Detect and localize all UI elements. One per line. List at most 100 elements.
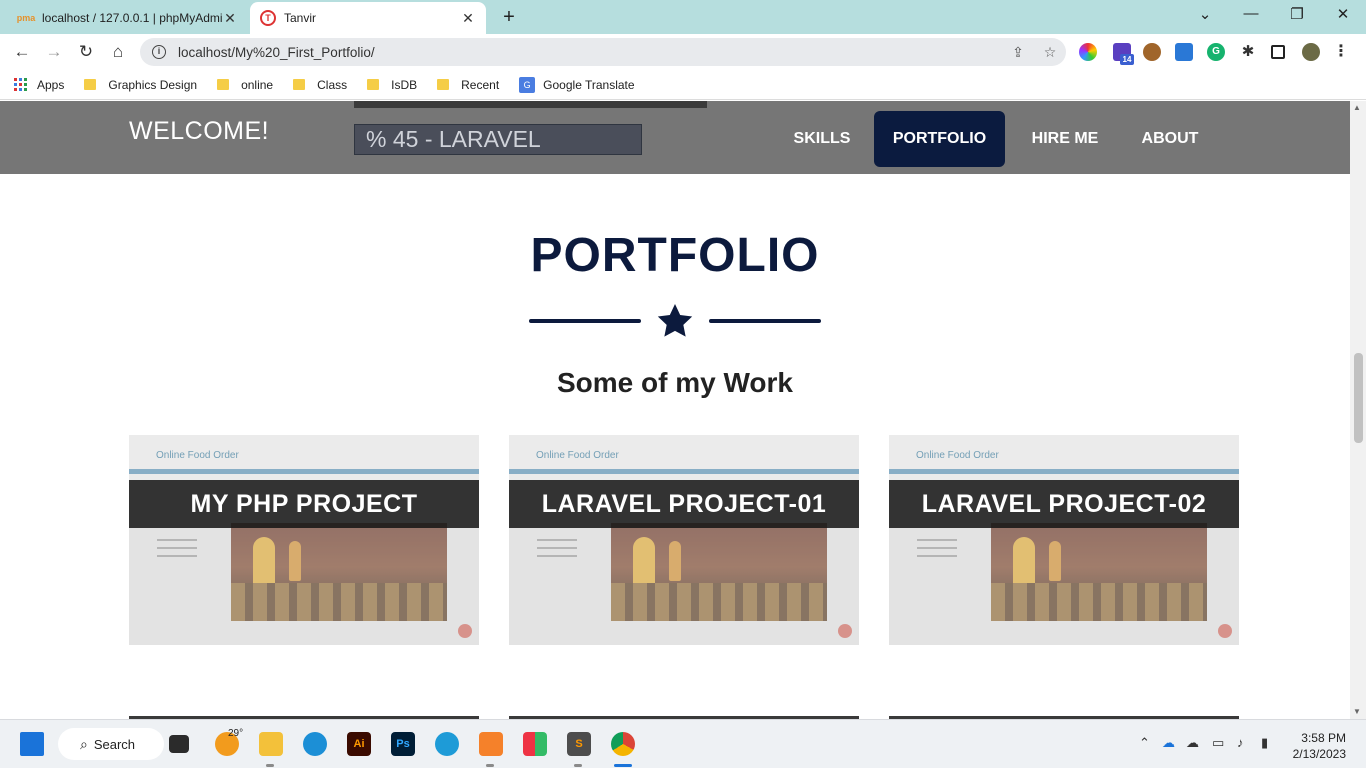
battery-icon[interactable]: ▮ bbox=[1261, 735, 1268, 751]
nav-skills[interactable]: SKILLS bbox=[780, 111, 864, 167]
browser-tab-bar: pma localhost / 127.0.0.1 | phpMyAdmin ✕… bbox=[0, 0, 1366, 34]
address-bar[interactable]: i localhost/My%20_First_Portfolio/ ⇪ ☆ bbox=[140, 38, 1066, 66]
site-header: WELCOME! % 45 - LARAVEL SKILLS PORTFOLIO… bbox=[0, 101, 1350, 174]
bookmark-label: Apps bbox=[37, 77, 65, 92]
tab-tanvir[interactable]: T Tanvir ✕ bbox=[250, 2, 486, 34]
folder-icon bbox=[367, 79, 380, 90]
site-info-icon[interactable]: i bbox=[152, 45, 166, 59]
project-title[interactable]: LARAVEL PROJECT-01 bbox=[509, 480, 859, 528]
taskbar-clock[interactable]: 3:58 PM 2/13/2023 bbox=[1284, 730, 1346, 762]
cookie-extension-icon[interactable] bbox=[1143, 43, 1161, 61]
phpmyadmin-icon: pma bbox=[16, 13, 36, 23]
forward-arrow-icon[interactable]: → bbox=[43, 41, 65, 63]
weather-temperature: 29° bbox=[228, 728, 244, 739]
project-card-php[interactable]: Online Food Order MY PHP PROJECT bbox=[129, 435, 479, 645]
show-hidden-icons-chevron-icon[interactable]: ⌃ bbox=[1139, 735, 1150, 751]
sublime-text-icon[interactable]: S bbox=[567, 732, 591, 756]
restore-button[interactable]: ❐ bbox=[1282, 5, 1312, 23]
folder-icon bbox=[84, 79, 97, 90]
bookmarks-bar: Apps Graphics Design online Class IsDB R… bbox=[0, 70, 1366, 100]
nav-portfolio[interactable]: PORTFOLIO bbox=[874, 111, 1005, 167]
tanvir-site-icon: T bbox=[260, 10, 276, 26]
running-indicator bbox=[486, 764, 494, 767]
page-viewport: WELCOME! % 45 - LARAVEL SKILLS PORTFOLIO… bbox=[0, 101, 1366, 719]
scrollbar-thumb[interactable] bbox=[1354, 353, 1363, 443]
taskbar-search[interactable]: ⌕ Search bbox=[58, 728, 164, 760]
page-scrollbar[interactable]: ▲ ▼ bbox=[1350, 101, 1366, 719]
bookmark-recent[interactable]: Recent bbox=[437, 78, 499, 92]
close-window-button[interactable]: ✕ bbox=[1328, 5, 1358, 23]
puzzle-extensions-icon[interactable]: ✱ bbox=[1239, 43, 1257, 61]
bookmark-label: Class bbox=[317, 77, 348, 92]
skill-bar-strip bbox=[354, 101, 707, 108]
active-app-indicator bbox=[614, 764, 632, 767]
running-indicator bbox=[574, 764, 582, 767]
grammarly-icon[interactable]: G bbox=[1207, 43, 1225, 61]
share-icon[interactable]: ⇪ bbox=[1002, 44, 1034, 61]
nav-hire-me[interactable]: HIRE ME bbox=[1015, 111, 1115, 167]
section-title: PORTFOLIO bbox=[530, 229, 820, 282]
skill-progress-bar: % 45 - LARAVEL bbox=[354, 124, 642, 155]
bookmark-label: Google Translate bbox=[543, 77, 635, 92]
project-title[interactable]: MY PHP PROJECT bbox=[129, 480, 479, 528]
search-label: Search bbox=[93, 736, 136, 752]
back-arrow-icon[interactable]: ← bbox=[11, 41, 33, 63]
bookmark-google-translate[interactable]: G Google Translate bbox=[519, 76, 635, 93]
card-overlay bbox=[129, 435, 479, 645]
xampp-icon[interactable] bbox=[479, 732, 503, 756]
google-translate-icon: G bbox=[519, 76, 536, 93]
project-title[interactable]: LARAVEL PROJECT-02 bbox=[889, 480, 1239, 528]
minimize-button[interactable]: — bbox=[1236, 5, 1266, 22]
shield-extension-icon[interactable] bbox=[1175, 43, 1193, 61]
browser-toolbar: ← → ↻ ⌂ i localhost/My%20_First_Portfoli… bbox=[0, 34, 1366, 70]
divider-left bbox=[529, 319, 641, 323]
cloud-icon[interactable]: ☁ bbox=[1186, 735, 1199, 751]
nav-about[interactable]: ABOUT bbox=[1125, 111, 1215, 167]
url-text[interactable]: localhost/My%20_First_Portfolio/ bbox=[178, 45, 1002, 60]
bookmark-isdb[interactable]: IsDB bbox=[367, 78, 417, 92]
bookmark-star-icon[interactable]: ☆ bbox=[1034, 44, 1066, 61]
new-tab-button[interactable]: + bbox=[498, 6, 520, 29]
reload-icon[interactable]: ↻ bbox=[75, 41, 97, 63]
network-icon[interactable]: ▭ bbox=[1212, 735, 1224, 751]
scroll-down-icon[interactable]: ▼ bbox=[1353, 707, 1361, 716]
folder-icon bbox=[293, 79, 306, 90]
edge-icon[interactable] bbox=[303, 732, 327, 756]
volume-icon[interactable]: ♪ bbox=[1237, 735, 1244, 750]
bookmark-apps[interactable]: Apps bbox=[14, 78, 64, 92]
project-card-laravel-02[interactable]: Online Food Order LARAVEL PROJECT-02 bbox=[889, 435, 1239, 645]
home-icon[interactable]: ⌂ bbox=[107, 41, 129, 63]
card-overlay bbox=[889, 435, 1239, 645]
scroll-up-icon[interactable]: ▲ bbox=[1353, 103, 1361, 112]
tab-title: localhost / 127.0.0.1 | phpMyAdmin bbox=[42, 11, 222, 25]
app-icon[interactable] bbox=[435, 732, 459, 756]
welcome-text: WELCOME! bbox=[129, 117, 270, 145]
tab-phpmyadmin[interactable]: pma localhost / 127.0.0.1 | phpMyAdmin ✕ bbox=[8, 2, 248, 34]
windows-start-icon[interactable] bbox=[20, 732, 44, 756]
onedrive-sync-icon[interactable]: ☁ bbox=[1162, 735, 1175, 751]
file-explorer-icon[interactable] bbox=[259, 732, 283, 756]
search-icon: ⌕ bbox=[80, 735, 88, 752]
tab-search-dropdown-icon[interactable]: ⌄ bbox=[1190, 5, 1220, 23]
section-subtitle: Some of my Work bbox=[557, 367, 793, 398]
task-view-icon[interactable] bbox=[169, 735, 189, 753]
folder-icon bbox=[437, 79, 450, 90]
bookmark-online[interactable]: online bbox=[217, 78, 273, 92]
menu-kebab-icon[interactable]: ⋮ bbox=[1332, 43, 1350, 61]
store-icon[interactable] bbox=[523, 732, 547, 756]
profile-avatar[interactable] bbox=[1302, 43, 1320, 61]
color-picker-extension-icon[interactable] bbox=[1079, 43, 1097, 61]
bookmark-label: IsDB bbox=[391, 77, 418, 92]
close-icon[interactable]: ✕ bbox=[460, 10, 476, 27]
project-card-laravel-01[interactable]: Online Food Order LARAVEL PROJECT-01 bbox=[509, 435, 859, 645]
close-icon[interactable]: ✕ bbox=[222, 10, 238, 27]
side-panel-icon[interactable] bbox=[1271, 45, 1285, 59]
photoshop-icon[interactable]: Ps bbox=[391, 732, 415, 756]
apps-grid-icon bbox=[14, 78, 27, 91]
bookmark-graphics-design[interactable]: Graphics Design bbox=[84, 78, 197, 92]
star-icon bbox=[657, 304, 693, 337]
chrome-icon[interactable] bbox=[611, 732, 635, 756]
bookmark-label: Graphics Design bbox=[108, 77, 198, 92]
illustrator-icon[interactable]: Ai bbox=[347, 732, 371, 756]
bookmark-class[interactable]: Class bbox=[293, 78, 347, 92]
